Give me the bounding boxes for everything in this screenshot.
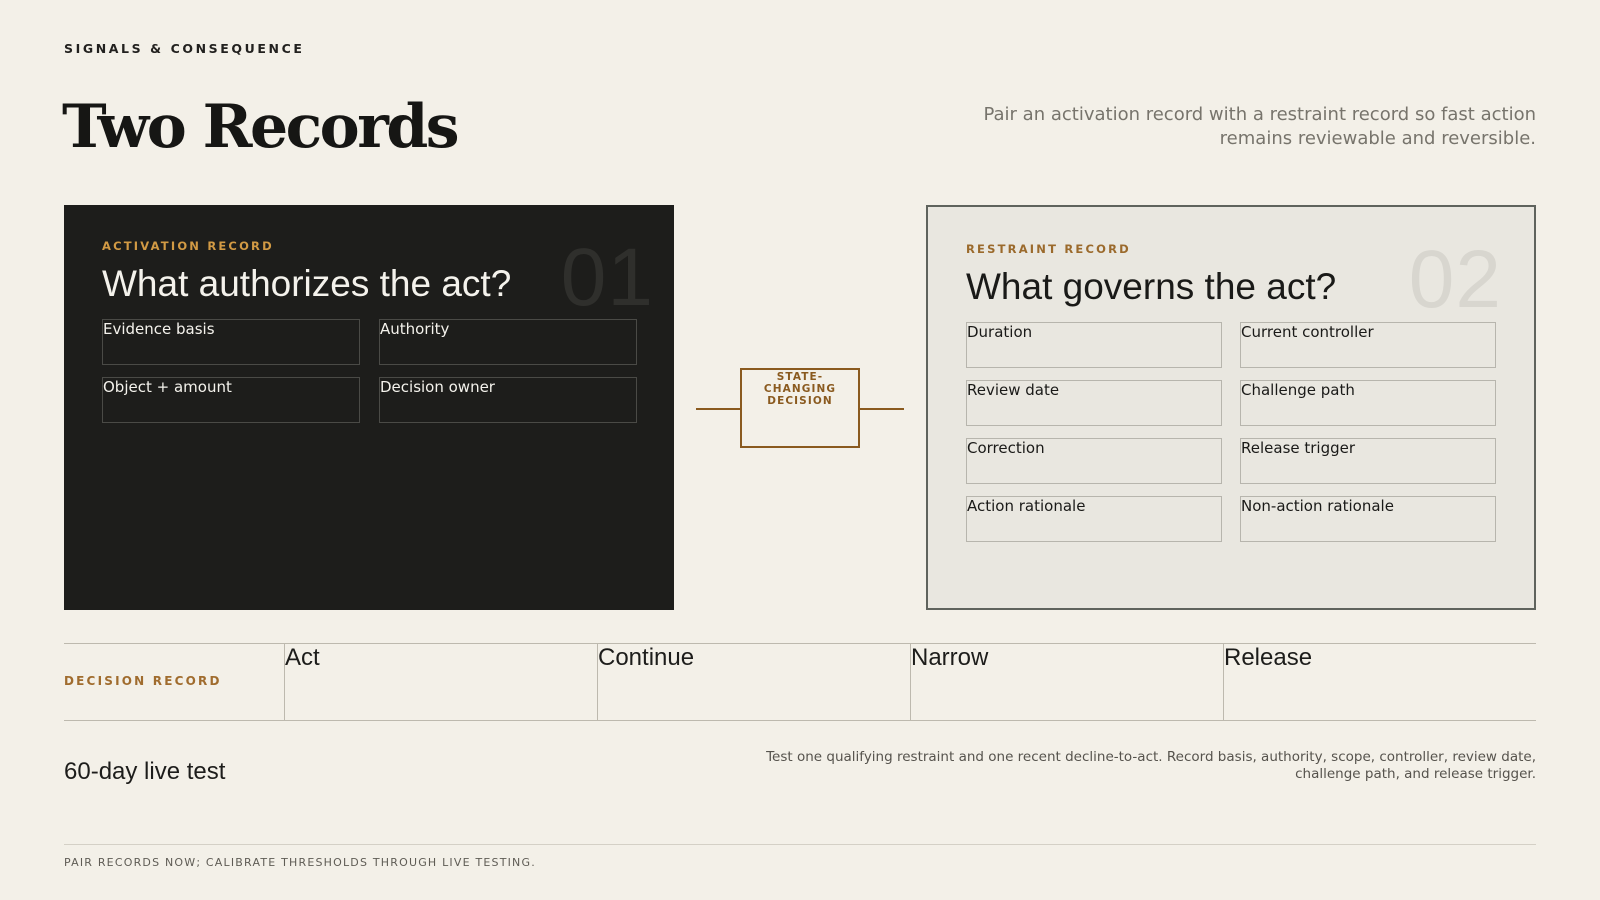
decision-option-act[interactable]: Act [284,644,597,720]
field-current-controller[interactable]: Current controller [1240,322,1496,368]
live-test-description: Test one qualifying restraint and one re… [766,749,1536,782]
decision-option-narrow[interactable]: Narrow [910,644,1223,720]
field-object-amount[interactable]: Object + amount [102,377,360,423]
field-release-trigger[interactable]: Release trigger [1240,438,1496,484]
field-authority[interactable]: Authority [379,319,637,365]
live-test-label: 60-day live test [64,758,226,785]
section-kicker: SIGNALS & CONSEQUENCE [64,41,305,56]
activation-fields: Evidence basis Authority Object + amount… [102,319,637,423]
field-non-action-rationale[interactable]: Non-action rationale [1240,496,1496,542]
decision-option-release[interactable]: Release [1223,644,1536,720]
connector-line-right [860,408,904,410]
field-correction[interactable]: Correction [966,438,1222,484]
activation-record-card: ACTIVATION RECORD 01 What authorizes the… [64,205,674,610]
field-review-date[interactable]: Review date [966,380,1222,426]
activation-record-question: What authorizes the act? [102,263,512,304]
decision-option-continue[interactable]: Continue [597,644,910,720]
page-lede: Pair an activation record with a restrai… [983,104,1536,149]
connector-line-left [696,408,740,410]
field-evidence-basis[interactable]: Evidence basis [102,319,360,365]
footer-divider [64,844,1536,845]
field-duration[interactable]: Duration [966,322,1222,368]
state-changing-decision-box: STATE-CHANGING DECISION [740,368,860,448]
field-action-rationale[interactable]: Action rationale [966,496,1222,542]
restraint-record-number: 02 [1408,234,1502,325]
field-decision-owner[interactable]: Decision owner [379,377,637,423]
page-title: Two Records [62,92,460,162]
field-challenge-path[interactable]: Challenge path [1240,380,1496,426]
decision-record-label: DECISION RECORD [64,674,222,688]
restraint-fields: Duration Current controller Review date … [966,322,1496,542]
activation-record-label: ACTIVATION RECORD [102,239,274,253]
activation-record-number: 01 [560,232,654,323]
restraint-record-card: RESTRAINT RECORD 02 What governs the act… [926,205,1536,610]
decision-record-row: DECISION RECORD Act Continue Narrow Rele… [64,643,1536,721]
footer-note: PAIR RECORDS NOW; CALIBRATE THRESHOLDS T… [64,856,536,869]
